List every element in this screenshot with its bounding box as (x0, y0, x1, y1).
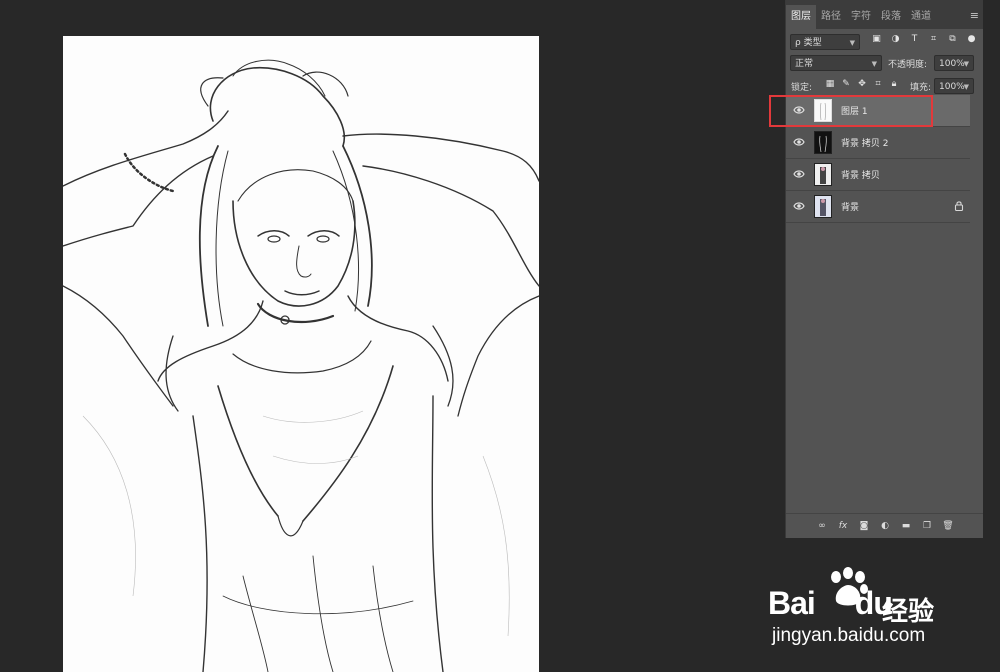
fill-label: 填充: (910, 83, 932, 93)
layer-row[interactable]: 图层 1 (786, 95, 970, 127)
eye-icon[interactable] (793, 105, 805, 115)
blend-mode-select[interactable]: 正常 ▼ (790, 55, 882, 71)
filter-toggle-icon[interactable]: ● (966, 34, 977, 45)
watermark-url: jingyan.baidu.com (772, 625, 926, 646)
eye-icon[interactable] (793, 169, 805, 179)
filter-row: ρ 类型 ▼ ▣ ◑ T ⌗ ⧉ ● (786, 34, 983, 50)
baidu-paw-icon (831, 567, 868, 606)
layer-thumbnail (814, 195, 832, 218)
layer-name[interactable]: 背景 拷贝 (841, 168, 880, 181)
layer-thumbnail (814, 99, 832, 122)
lock-all-icon[interactable]: 🔒︎ (888, 78, 900, 90)
layers-bottom-bar: ∞ fx ◙ ◐ ▬ ❐ 🗑︎ (786, 513, 983, 538)
type-filter-icon[interactable]: T (909, 34, 920, 45)
blend-mode-value: 正常 (795, 59, 814, 69)
chevron-down-icon: ▼ (963, 60, 969, 68)
watermark-product: 经验 (882, 597, 935, 627)
layer-thumbnail (814, 131, 832, 154)
tab-layers[interactable]: 图层 (786, 5, 816, 29)
document-canvas-area[interactable] (0, 0, 784, 672)
lock-move-icon[interactable]: ✥ (856, 78, 868, 90)
pixel-filter-icon[interactable]: ▣ (871, 34, 882, 45)
shape-filter-icon[interactable]: ⌗ (928, 34, 939, 45)
tab-paths[interactable]: 路径 (816, 5, 846, 29)
lock-paint-icon[interactable]: ✎ (840, 78, 852, 90)
tab-character[interactable]: 字符 (846, 5, 876, 29)
fill-value: 100% (939, 82, 965, 92)
link-layers-icon[interactable]: ∞ (816, 520, 828, 532)
layer-name[interactable]: 背景 (841, 200, 859, 213)
lock-row: 锁定: ▦ ✎ ✥ ⌗ 🔒︎ 填充: 100% ▼ (786, 78, 983, 94)
layer-row[interactable]: 背景 拷贝 (786, 159, 970, 191)
opacity-value: 100% (939, 59, 965, 69)
blend-row: 正常 ▼ 不透明度: 100% ▼ (786, 55, 983, 71)
panel-menu-icon[interactable]: ≡ (970, 9, 979, 22)
adjustment-filter-icon[interactable]: ◑ (890, 34, 901, 45)
layer-row[interactable]: 背景 拷贝 2 (786, 127, 970, 159)
adjustment-layer-icon[interactable]: ◐ (879, 520, 891, 532)
lock-icon (954, 201, 964, 211)
add-mask-icon[interactable]: ◙ (858, 520, 870, 532)
trash-icon[interactable]: 🗑︎ (942, 520, 954, 532)
filter-kind-select[interactable]: ρ 类型 ▼ (790, 34, 860, 50)
layer-name[interactable]: 图层 1 (841, 104, 868, 117)
tab-channels[interactable]: 通道 (906, 5, 936, 29)
lock-artboard-icon[interactable]: ⌗ (872, 78, 884, 90)
chevron-down-icon: ▼ (963, 83, 969, 91)
smart-object-filter-icon[interactable]: ⧉ (947, 34, 958, 45)
layers-list: 图层 1 背景 拷贝 2 背景 拷贝 背景 (786, 95, 970, 223)
watermark-brand-left: Bai (768, 585, 816, 621)
fill-input[interactable]: 100% ▼ (934, 78, 974, 94)
new-group-icon[interactable]: ▬ (900, 520, 912, 532)
opacity-input[interactable]: 100% ▼ (934, 55, 974, 71)
baidu-watermark: Bai du 经验 jingyan.baidu.com (768, 565, 978, 655)
lock-icons: ▦ ✎ ✥ ⌗ 🔒︎ (824, 78, 900, 90)
chevron-down-icon: ▼ (871, 60, 877, 68)
chevron-down-icon: ▼ (849, 39, 855, 47)
lock-transparent-icon[interactable]: ▦ (824, 78, 836, 90)
filter-icons: ▣ ◑ T ⌗ ⧉ ● (871, 34, 977, 45)
layers-panel: 图层 路径 字符 段落 通道 ≡ ρ 类型 ▼ ▣ ◑ T ⌗ ⧉ ● 正常 ▼… (785, 0, 983, 538)
fx-icon[interactable]: fx (837, 520, 849, 532)
layer-name[interactable]: 背景 拷贝 2 (841, 136, 888, 149)
tab-paragraph[interactable]: 段落 (876, 5, 906, 29)
new-layer-icon[interactable]: ❐ (921, 520, 933, 532)
sketch-artwork (63, 59, 539, 672)
layer-thumbnail (814, 163, 832, 186)
eye-icon[interactable] (793, 201, 805, 211)
layer-row[interactable]: 背景 (786, 191, 970, 223)
lock-label: 锁定: (791, 83, 813, 93)
eye-icon[interactable] (793, 137, 805, 147)
opacity-label: 不透明度: (888, 60, 928, 70)
filter-kind-label: ρ 类型 (795, 38, 822, 48)
panel-tabs: 图层 路径 字符 段落 通道 ≡ (786, 0, 983, 29)
document-canvas[interactable] (63, 36, 539, 672)
